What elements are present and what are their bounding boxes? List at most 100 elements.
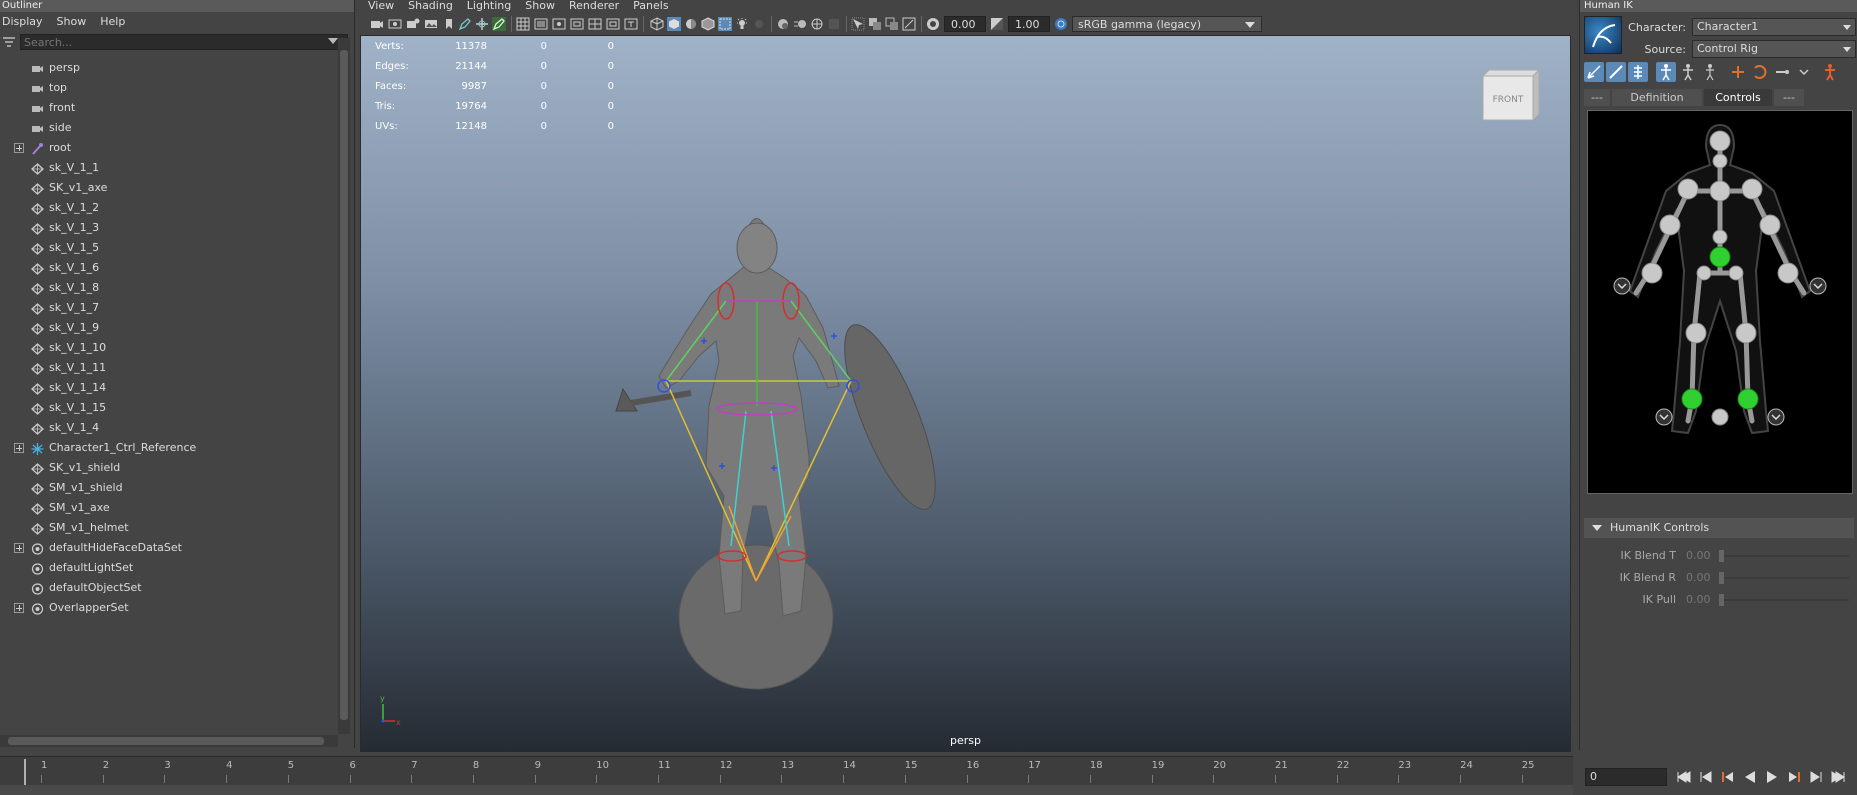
outliner-vertical-scrollbar[interactable] <box>338 38 350 734</box>
current-time-marker[interactable] <box>24 759 26 785</box>
outliner-item[interactable]: OverlapperSet <box>0 598 340 618</box>
step-forward-key-icon[interactable] <box>1807 768 1825 786</box>
menu-lighting[interactable]: Lighting <box>467 0 511 12</box>
select-camera-icon[interactable] <box>370 17 384 31</box>
outliner-item[interactable]: sk_V_1_3 <box>0 218 340 238</box>
isolate-select-icon[interactable] <box>851 17 865 31</box>
humanik-character-controls-view[interactable] <box>1587 110 1853 494</box>
body-outline-icon[interactable] <box>1700 62 1720 82</box>
humanik-logo-icon[interactable] <box>1584 16 1622 54</box>
outliner-item[interactable]: sk_V_1_6 <box>0 258 340 278</box>
screen-space-ao-icon[interactable] <box>776 17 790 31</box>
outliner-item[interactable]: side <box>0 118 340 138</box>
selection-body-icon[interactable] <box>1678 62 1698 82</box>
outliner-item[interactable]: SM_v1_shield <box>0 478 340 498</box>
scene-render[interactable]: FRONT y x <box>361 36 1571 752</box>
outliner-item[interactable]: SK_v1_shield <box>0 458 340 478</box>
slider-value-field[interactable]: 0.00 <box>1686 593 1711 606</box>
tab-controls[interactable]: Controls <box>1704 89 1772 106</box>
collapse-triangle-icon[interactable] <box>1592 525 1602 531</box>
gate-mask-icon[interactable] <box>570 17 584 31</box>
outliner-item[interactable]: sk_V_1_4 <box>0 418 340 438</box>
outliner-horizontal-scrollbar[interactable] <box>0 735 338 747</box>
outliner-item[interactable]: defaultObjectSet <box>0 578 340 598</box>
smooth-shade-icon[interactable] <box>667 17 681 31</box>
outliner-item[interactable]: front <box>0 98 340 118</box>
outliner-item[interactable]: sk_V_1_1 <box>0 158 340 178</box>
search-options-dropdown-icon[interactable] <box>328 38 338 44</box>
resolution-gate-icon[interactable] <box>552 17 566 31</box>
menu-panels[interactable]: Panels <box>633 0 668 12</box>
wireframe-shading-icon[interactable] <box>650 17 664 31</box>
expand-icon[interactable] <box>14 443 24 453</box>
backface-culling-icon[interactable] <box>902 17 916 31</box>
bookmark-flag-icon[interactable] <box>442 17 456 31</box>
slider-value-field[interactable]: 0.00 <box>1686 571 1711 584</box>
outliner-item[interactable]: defaultHideFaceDataSet <box>0 538 340 558</box>
film-gate-icon[interactable] <box>534 17 548 31</box>
scrollbar-thumb[interactable] <box>340 50 348 720</box>
xray-joints-icon[interactable] <box>868 17 882 31</box>
bookmark-icon[interactable] <box>406 17 420 31</box>
outliner-item[interactable]: SM_v1_helmet <box>0 518 340 538</box>
humanik-controls-section-header[interactable]: HumanIK Controls <box>1584 518 1854 538</box>
pin-translation-icon[interactable] <box>1606 62 1626 82</box>
outliner-item[interactable]: SK_v1_axe <box>0 178 340 198</box>
outliner-item[interactable]: sk_V_1_2 <box>0 198 340 218</box>
outliner-item[interactable]: sk_V_1_9 <box>0 318 340 338</box>
outliner-item[interactable]: sk_V_1_11 <box>0 358 340 378</box>
select-edit-mode-icon[interactable] <box>1584 62 1604 82</box>
slider-handle[interactable] <box>1719 572 1724 584</box>
2d-pan-zoom-icon[interactable] <box>475 17 489 31</box>
current-frame-field[interactable]: 0 <box>1585 768 1667 786</box>
safe-action-icon[interactable] <box>606 17 620 31</box>
outliner-item[interactable]: defaultLightSet <box>0 558 340 578</box>
outliner-item[interactable]: sk_V_1_14 <box>0 378 340 398</box>
character-dropdown[interactable]: Character1 <box>1692 18 1856 36</box>
slider-handle[interactable] <box>1719 594 1724 606</box>
menu-renderer[interactable]: Renderer <box>569 0 619 12</box>
wireframe-on-shaded-icon[interactable] <box>701 17 715 31</box>
step-forward-frame-icon[interactable] <box>1785 768 1803 786</box>
slider-track[interactable] <box>1719 599 1849 601</box>
image-plane-icon[interactable] <box>424 17 438 31</box>
slider-handle[interactable] <box>1719 550 1724 562</box>
multisample-aa-icon[interactable] <box>810 17 824 31</box>
time-ruler[interactable]: 1 2 3 4 5 6 7 8 9 10 11 12 13 14 15 16 17 18 19 20 21 22 23 24 2… <box>24 757 1568 785</box>
grid-icon[interactable] <box>516 17 530 31</box>
step-back-key-icon[interactable] <box>1697 768 1715 786</box>
menu-help[interactable]: Help <box>100 12 125 32</box>
expand-icon[interactable] <box>14 543 24 553</box>
tab-prev[interactable]: --- <box>1584 89 1610 106</box>
chevron-down-icon[interactable] <box>1794 62 1814 82</box>
color-management-icon[interactable] <box>1054 17 1068 31</box>
view-transform-dropdown[interactable]: sRGB gamma (legacy) <box>1072 16 1262 32</box>
slider-track[interactable] <box>1719 577 1849 579</box>
step-back-frame-icon[interactable] <box>1719 768 1737 786</box>
scrollbar-thumb[interactable] <box>8 737 324 745</box>
outliner-search-input[interactable] <box>20 34 348 50</box>
outliner-item[interactable]: sk_V_1_10 <box>0 338 340 358</box>
expand-icon[interactable] <box>14 143 24 153</box>
tab-definition[interactable]: Definition <box>1612 89 1702 106</box>
go-to-start-icon[interactable] <box>1675 768 1693 786</box>
body-part-icon[interactable] <box>1656 62 1676 82</box>
shadows-icon[interactable] <box>752 17 766 31</box>
pin-none-icon[interactable] <box>1772 62 1792 82</box>
field-chart-icon[interactable] <box>588 17 602 31</box>
camera-attributes-icon[interactable] <box>388 17 402 31</box>
safe-title-icon[interactable] <box>624 17 638 31</box>
gamma-field[interactable]: 1.00 <box>1008 16 1050 32</box>
play-forward-icon[interactable] <box>1763 768 1781 786</box>
xray-icon[interactable] <box>718 17 732 31</box>
slider-track[interactable] <box>1719 555 1849 557</box>
expand-icon[interactable] <box>14 603 24 613</box>
range-slider[interactable] <box>0 785 1573 795</box>
viewcube[interactable]: FRONT <box>1481 68 1541 122</box>
character-icon[interactable] <box>1820 62 1840 82</box>
outliner-item[interactable]: top <box>0 78 340 98</box>
filter-icon[interactable] <box>2 36 16 48</box>
tab-next[interactable]: --- <box>1774 89 1804 106</box>
wireframe-pencil-icon[interactable] <box>492 17 506 31</box>
exposure-field[interactable]: 0.00 <box>944 16 986 32</box>
